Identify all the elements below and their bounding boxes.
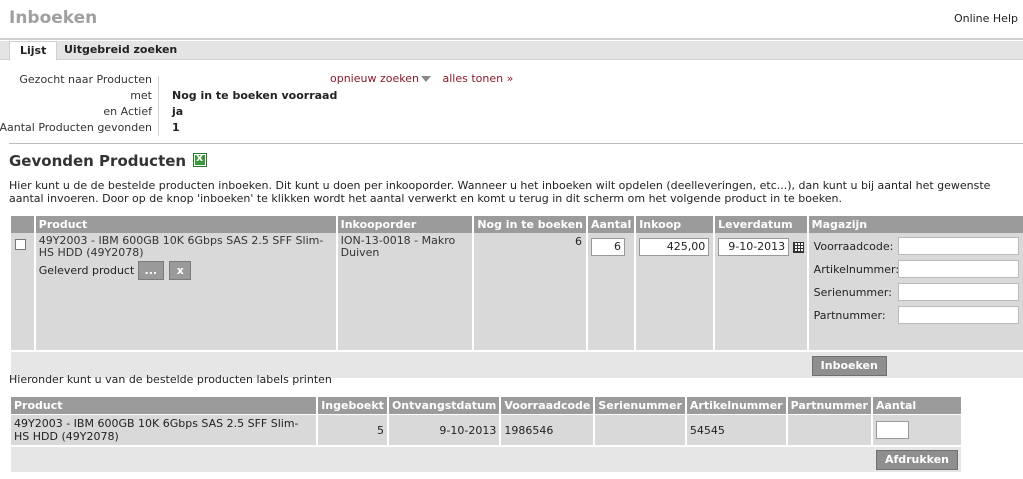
criteria-divider — [158, 76, 159, 136]
column-header: Product — [35, 216, 338, 233]
voorraadcode-cell: 1986546 — [501, 414, 596, 445]
voorraadcode-input[interactable] — [897, 237, 1019, 255]
artikelnummer-label: Artikelnummer: — [813, 263, 900, 276]
quantity-cell: 6 — [588, 233, 637, 350]
section-title: Gevonden Producten — [9, 152, 187, 170]
select-column-header — [11, 216, 36, 233]
label-product-cell: 49Y2003 - IBM 600GB 10K 6Gbps SAS 2.5 SF… — [11, 414, 319, 445]
remaining-cell: 6 — [474, 233, 588, 350]
column-header: Ontvangstdatum — [388, 397, 502, 414]
tab-uitgebreid-zoeken[interactable]: Uitgebreid zoeken — [54, 41, 187, 60]
criteria-value: Nog in te boeken voorraad — [172, 89, 338, 102]
inkooporder-cell: ION-13-0018 - Makro Duiven — [337, 233, 475, 350]
tab-lijst[interactable]: Lijst — [9, 41, 58, 61]
column-header: Artikelnummer — [686, 397, 788, 414]
date-cell: 9-10-2013 — [715, 233, 809, 350]
show-all-link[interactable]: alles tonen » — [442, 72, 513, 85]
select-cell — [11, 233, 36, 350]
serienummer-cell — [595, 414, 687, 445]
new-search-label: opnieuw zoeken — [330, 72, 419, 85]
table-footer-row: Afdrukken — [11, 445, 961, 472]
table-row: 49Y2003 - IBM 600GB 10K 6Gbps SAS 2.5 SF… — [11, 414, 961, 445]
table-header-row: Product Ingeboekt Ontvangstdatum Voorraa… — [11, 397, 961, 414]
price-input[interactable]: 425,00 — [639, 238, 710, 256]
new-search-link[interactable]: opnieuw zoeken — [330, 72, 431, 85]
criteria-label: en Actief — [103, 105, 152, 118]
label-quantity-input[interactable] — [875, 421, 909, 439]
price-cell: 425,00 — [636, 233, 716, 350]
partnummer-label: Partnummer: — [813, 309, 886, 322]
partnummer-input[interactable] — [897, 306, 1019, 324]
column-header: Voorraadcode — [501, 397, 596, 414]
column-header: Nog in te boeken — [474, 216, 588, 233]
table-row: 49Y2003 - IBM 600GB 10K 6Gbps SAS 2.5 SF… — [11, 233, 1023, 350]
magazijn-row: Serienummer: — [812, 282, 1020, 305]
column-header: Serienummer — [595, 397, 687, 414]
ontvangstdatum-cell: 9-10-2013 — [388, 414, 502, 445]
quantity-input[interactable]: 6 — [591, 238, 625, 256]
delivered-product-row: Geleverd product ... x — [39, 261, 333, 280]
column-header: Aantal — [588, 216, 637, 233]
labels-intro-text: Hieronder kunt u van de bestelde product… — [9, 373, 332, 386]
chevron-down-icon — [420, 76, 431, 82]
delivery-date-input[interactable]: 9-10-2013 — [718, 238, 790, 256]
column-header: Inkooporder — [337, 216, 475, 233]
criteria-label: met — [130, 89, 152, 102]
product-name: 49Y2003 - IBM 600GB 10K 6Gbps SAS 2.5 SF… — [38, 234, 324, 259]
delivered-product-label: Geleverd product — [38, 264, 135, 277]
artikelnummer-input[interactable] — [897, 260, 1019, 278]
criteria-links: opnieuw zoeken alles tonen » — [330, 72, 513, 85]
criteria-row: Gezocht naar Producten — [0, 73, 330, 89]
table-header-row: Product Inkooporder Nog in te boeken Aan… — [11, 216, 1023, 233]
magazijn-row: Partnummer: — [812, 305, 1020, 328]
page-title: Inboeken — [9, 8, 98, 28]
column-header: Leverdatum — [715, 216, 809, 233]
online-help-link[interactable]: Online Help — [954, 12, 1018, 25]
criteria-value: 1 — [172, 121, 180, 134]
excel-export-icon[interactable] — [193, 151, 207, 167]
footer-actions: Inboeken — [808, 350, 1023, 378]
criteria-row: en Actief ja — [0, 105, 330, 121]
ingeboekt-cell: 5 — [318, 414, 389, 445]
criteria-row: met Nog in te boeken voorraad — [0, 89, 337, 105]
clear-product-button[interactable]: x — [169, 261, 192, 280]
afdrukken-button[interactable]: Afdrukken — [875, 450, 958, 470]
artikelnummer-cell: 54545 — [686, 414, 788, 445]
tab-bar: Lijst Uitgebreid zoeken — [0, 41, 1023, 61]
magazijn-cell: Voorraadcode: Artikelnummer: Serienummer… — [808, 233, 1023, 350]
column-header: Magazijn — [808, 216, 1023, 233]
column-header: Partnummer — [787, 397, 873, 414]
magazijn-row: Artikelnummer: — [812, 259, 1020, 282]
date-wrapper: 9-10-2013 — [718, 238, 804, 256]
products-table: Product Inkooporder Nog in te boeken Aan… — [11, 216, 1023, 378]
serienummer-input[interactable] — [897, 283, 1019, 301]
product-cell: 49Y2003 - IBM 600GB 10K 6Gbps SAS 2.5 SF… — [35, 233, 338, 350]
row-checkbox[interactable] — [15, 239, 26, 250]
magazijn-row: Voorraadcode: — [812, 236, 1020, 259]
partnummer-cell — [787, 414, 873, 445]
labels-table: Product Ingeboekt Ontvangstdatum Voorraa… — [11, 397, 961, 472]
inboeken-button[interactable]: Inboeken — [811, 356, 887, 376]
header-bar: Inboeken Online Help — [0, 0, 1023, 40]
select-product-button[interactable]: ... — [137, 261, 164, 280]
calendar-icon[interactable] — [792, 241, 804, 253]
label-quantity-cell — [872, 414, 961, 445]
criteria-value: ja — [172, 105, 184, 118]
section-divider — [9, 143, 1023, 144]
criteria-label: Aantal Producten gevonden — [0, 121, 152, 134]
serienummer-label: Serienummer: — [813, 286, 892, 299]
column-header: Aantal — [872, 397, 961, 414]
column-header: Ingeboekt — [318, 397, 389, 414]
footer-actions: Afdrukken — [872, 445, 961, 472]
column-header: Product — [11, 397, 319, 414]
intro-text: Hier kunt u de de bestelde producten inb… — [9, 179, 991, 205]
criteria-row: Aantal Producten gevonden 1 — [0, 121, 330, 137]
column-header: Inkoop — [636, 216, 716, 233]
footer-spacer — [11, 445, 873, 472]
criteria-label: Gezocht naar Producten — [19, 73, 152, 86]
voorraadcode-label: Voorraadcode: — [813, 240, 894, 253]
